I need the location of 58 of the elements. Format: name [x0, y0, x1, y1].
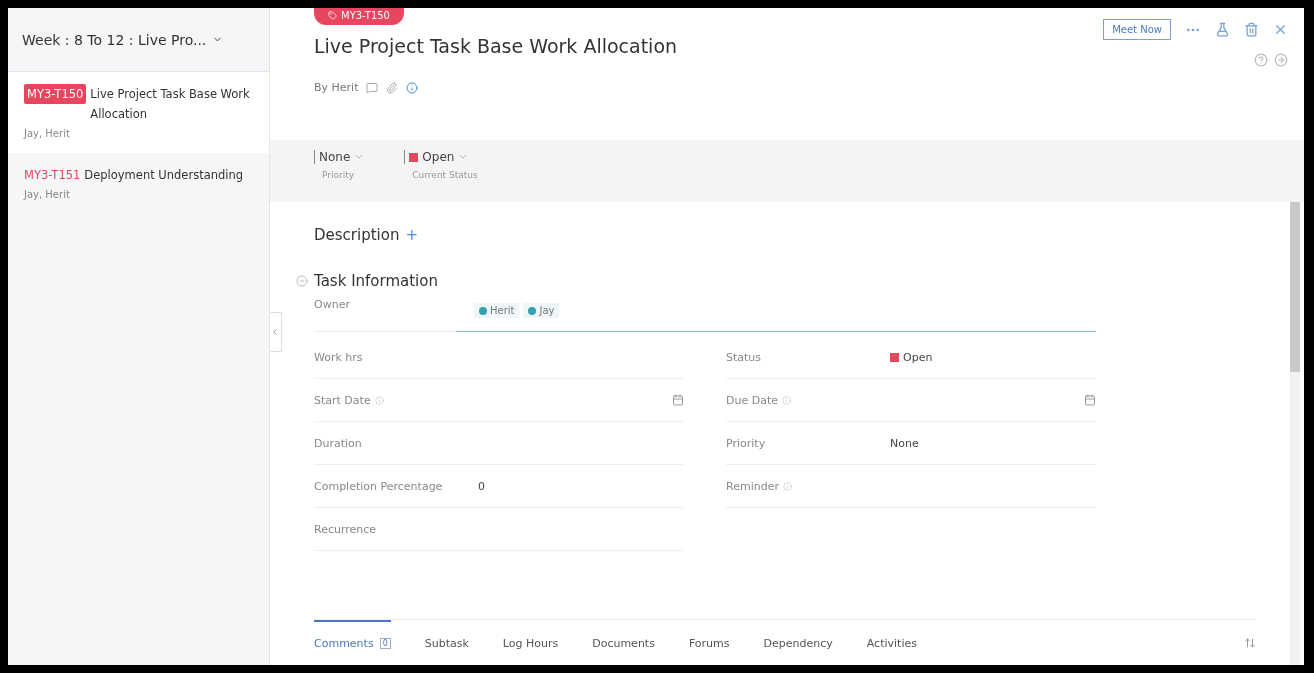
chevron-down-icon[interactable]	[458, 152, 469, 162]
trash-icon[interactable]	[1244, 22, 1259, 37]
field-label: Recurrence	[314, 522, 377, 536]
task-id: MY3-T150	[24, 84, 87, 104]
field-value[interactable]: 0	[478, 479, 485, 493]
scrollbar[interactable]	[1290, 202, 1300, 665]
help-icon[interactable]	[1254, 53, 1268, 67]
collapse-handle[interactable]	[270, 312, 282, 352]
next-icon[interactable]	[1274, 53, 1288, 67]
task-id-badge: MY3-T150	[314, 8, 404, 25]
add-description-button[interactable]: +	[405, 226, 418, 244]
owner-label: Owner	[314, 290, 456, 332]
task-list-item[interactable]: MY3-T151 Deployment Understanding Jay, Herit	[8, 153, 269, 214]
field-label: Due Date	[726, 393, 778, 407]
sidebar-title: Week : 8 To 12 : Live Pro...	[22, 31, 207, 48]
info-icon[interactable]	[406, 81, 419, 94]
paperclip-icon[interactable]	[386, 81, 399, 94]
field-label: Start Date	[314, 393, 371, 407]
tab[interactable]: Subtask	[424, 619, 469, 665]
flask-icon[interactable]	[1215, 22, 1230, 37]
field-label: Reminder	[726, 479, 779, 493]
quick-label: Priority	[321, 170, 356, 180]
quick-label: Current Status	[411, 170, 478, 180]
tab[interactable]: Forums	[688, 619, 730, 665]
owner-chip[interactable]: Herit	[474, 303, 520, 318]
tab[interactable]: Log Hours	[502, 619, 559, 665]
description-heading: Description	[314, 226, 400, 244]
task-list-item[interactable]: MY3-T150 Live Project Task Base Work Allocation Jay, Herit	[8, 72, 269, 153]
calendar-icon[interactable]	[1084, 394, 1096, 406]
tab[interactable]: Dependency	[763, 619, 833, 665]
sort-icon[interactable]	[1244, 636, 1256, 649]
quick-select[interactable]: Open	[404, 150, 478, 164]
field-label: Status	[726, 350, 762, 364]
section-heading: Task Information	[314, 272, 438, 290]
comment-icon[interactable]	[366, 81, 379, 94]
close-icon[interactable]	[1273, 22, 1288, 37]
field-value[interactable]: Open	[903, 350, 933, 364]
tab[interactable]: Documents	[592, 619, 655, 665]
task-people: Jay, Herit	[24, 189, 71, 200]
field-label: Priority	[726, 436, 766, 450]
task-title: Live Project Task Base Work Allocation	[314, 35, 678, 57]
field-label: Completion Percentage	[314, 479, 443, 493]
owner-chip[interactable]: Jay	[523, 303, 560, 318]
collapse-icon[interactable]	[296, 275, 308, 287]
field-value[interactable]: None	[890, 436, 919, 450]
field-label: Duration	[314, 436, 362, 450]
tab[interactable]: Comments 0	[314, 619, 391, 665]
task-title: Live Project Task Base Work Allocation	[90, 86, 251, 123]
task-people: Jay, Herit	[24, 128, 71, 139]
tab[interactable]: Activities	[866, 619, 917, 665]
chevron-down-icon[interactable]	[354, 152, 365, 162]
field-label: Work hrs	[314, 350, 363, 364]
meet-now-button[interactable]: Meet Now	[1103, 19, 1171, 40]
author-text: By Herit	[314, 81, 359, 94]
task-title: Deployment Understanding	[84, 167, 244, 184]
task-id: MY3-T151	[24, 167, 81, 184]
quick-select[interactable]: None	[314, 150, 365, 164]
calendar-icon[interactable]	[672, 394, 684, 406]
